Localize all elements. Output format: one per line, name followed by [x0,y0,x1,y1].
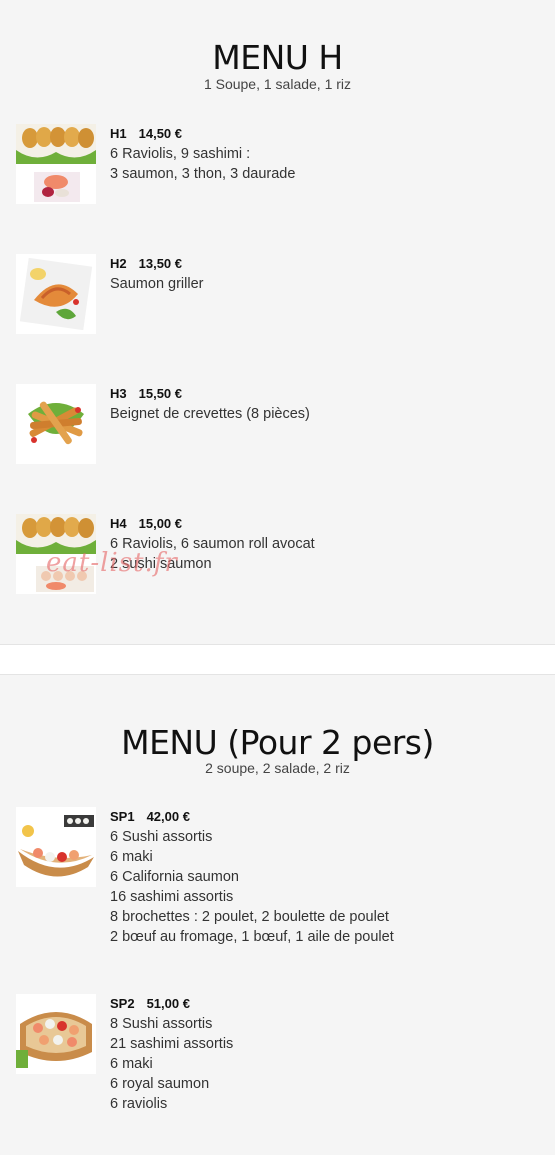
item-line: 6 Raviolis, 9 sashimi : [110,146,251,162]
item-line: 3 saumon, 3 thon, 3 daurade [110,166,296,182]
item-price: 15,50 € [138,386,182,401]
item-code: H3 [110,386,127,401]
item-line: 8 Sushi assortis [110,1016,213,1032]
item-line: 6 California saumon [110,869,239,885]
menu-h-subtitle: 1 Soupe, 1 salade, 1 riz [203,76,352,92]
item-code: H2 [110,256,127,271]
item-code: H1 [110,126,127,141]
item-header: SP2 51,00 € [110,994,530,1014]
item-price: 15,00 € [138,516,182,531]
menu-h-title: MENU H [212,38,343,77]
item-code: SP1 [110,809,135,824]
menu-2-subtitle: 2 soupe, 2 salade, 2 riz [205,760,350,776]
item-line: 6 raviolis [110,1096,168,1112]
item-line: 6 maki [110,849,153,865]
item-line: 6 royal saumon [110,1076,210,1092]
item-price: 42,00 € [146,809,190,824]
item-line: 6 Sushi assortis [110,829,213,845]
dish-photo-sp1 [16,807,96,887]
item-line: Beignet de crevettes (8 pièces) [110,406,310,422]
item-line: 6 maki [110,1056,153,1072]
item-code: SP2 [110,996,135,1011]
item-header: SP1 42,00 € [110,807,530,827]
item-header: H4 15,00 € [110,514,530,534]
section-divider [0,644,555,675]
dish-photo-h3 [16,384,96,464]
item-line: 2 bœuf au fromage, 1 bœuf, 1 aile de pou… [110,929,394,945]
menu-2-section: MENU (Pour 2 pers) 2 soupe, 2 salade, 2 … [0,675,555,1155]
item-header: H2 13,50 € [110,254,530,274]
dish-photo-h2 [16,254,96,334]
item-line: 16 sashimi assortis [110,889,234,905]
item-price: 13,50 € [138,256,182,271]
item-line: Saumon griller [110,276,204,292]
watermark: eat-list.fr [46,548,178,578]
item-price: 14,50 € [138,126,182,141]
item-header: H3 15,50 € [110,384,530,404]
item-line: 21 sashimi assortis [110,1036,234,1052]
dish-photo-sp2 [16,994,96,1074]
item-code: H4 [110,516,127,531]
item-header: H1 14,50 € [110,124,530,144]
menu-h-section: MENU H 1 Soupe, 1 salade, 1 riz H1 14,50 … [0,0,555,644]
item-line: 8 brochettes : 2 poulet, 2 boulette de p… [110,909,389,925]
dish-photo-h1 [16,124,96,204]
item-price: 51,00 € [146,996,190,1011]
menu-2-title: MENU (Pour 2 pers) [121,723,434,762]
